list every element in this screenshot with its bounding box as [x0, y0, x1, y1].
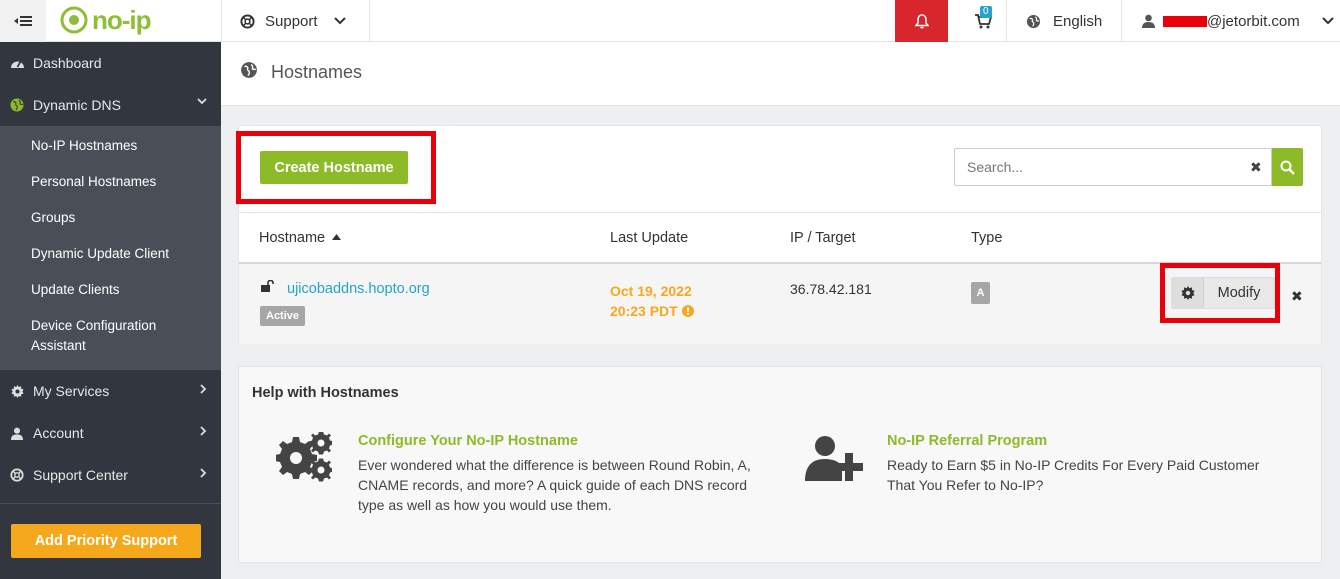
- user-menu[interactable]: @jetorbit.com: [1142, 0, 1334, 42]
- help-card-configure: Configure Your No-IP Hostname Ever wonde…: [358, 433, 768, 515]
- menu-toggle-button[interactable]: [0, 0, 46, 42]
- delete-hostname-icon[interactable]: ✖: [1291, 288, 1303, 305]
- search-button[interactable]: [1272, 148, 1303, 186]
- sidebar-item-support-center[interactable]: Support Center: [0, 454, 221, 496]
- sort-ascending-icon: [332, 234, 342, 240]
- sidebar-item-label: Dynamic DNS: [33, 97, 121, 113]
- search-icon: [1280, 160, 1295, 175]
- search-input[interactable]: [954, 148, 1272, 186]
- notifications-button[interactable]: [895, 0, 948, 42]
- sidebar-subitem-noip-hostnames[interactable]: No-IP Hostnames: [0, 136, 221, 156]
- help-card-heading[interactable]: No-IP Referral Program: [887, 433, 1287, 449]
- add-priority-support-button[interactable]: Add Priority Support: [11, 524, 201, 558]
- logo-text: no-ip: [92, 4, 152, 35]
- language-label: English: [1053, 12, 1103, 30]
- column-header-label: Hostname: [259, 230, 326, 246]
- user-email: @jetorbit.com: [1207, 12, 1300, 30]
- noip-logo[interactable]: no-ip: [60, 4, 152, 35]
- support-dropdown[interactable]: Support: [240, 0, 346, 42]
- warning-info-icon[interactable]: [681, 305, 694, 317]
- table-header: Hostname Last Update IP / Target Type: [239, 212, 1321, 264]
- help-panel: Help with Hostnames Configure Your No-IP…: [238, 366, 1322, 563]
- support-label: Support: [265, 12, 318, 30]
- column-header-last-update[interactable]: Last Update: [610, 230, 688, 246]
- clear-search-icon[interactable]: ✖: [1250, 159, 1262, 176]
- highlight-box: [236, 131, 436, 204]
- sidebar-item-label: My Services: [33, 383, 110, 399]
- last-update-time: 20:23 PDT: [610, 303, 678, 319]
- unlocked-padlock-icon: [261, 280, 274, 292]
- lifebuoy-icon: [240, 13, 255, 29]
- help-card-body: Ever wondered what the difference is bet…: [358, 457, 751, 513]
- gears-icon: [276, 432, 332, 482]
- sidebar: Dashboard Dynamic DNS No-IP Hostnames Pe…: [0, 42, 221, 579]
- sidebar-item-account[interactable]: Account: [0, 412, 221, 454]
- noip-logo-icon: [60, 6, 88, 34]
- green-globe-icon: [10, 98, 24, 112]
- help-card-body: Ready to Earn $5 in No-IP Credits For Ev…: [887, 457, 1260, 493]
- top-bar: no-ip Support 0 English @jetorbit.com: [0, 0, 1340, 42]
- search-box: ✖: [954, 148, 1303, 186]
- page-title: Hostnames: [271, 62, 363, 82]
- cart-count-badge: 0: [980, 6, 992, 18]
- column-header-hostname[interactable]: Hostname: [259, 230, 342, 246]
- sidebar-subitem-dynamic-update-client[interactable]: Dynamic Update Client: [0, 244, 221, 264]
- sidebar-divider: [0, 503, 221, 504]
- sidebar-subitem-device-configuration-assistant[interactable]: Device Configuration Assistant: [0, 316, 221, 356]
- add-user-icon: [805, 436, 863, 481]
- divider: [369, 0, 370, 42]
- sidebar-subitem-groups[interactable]: Groups: [0, 208, 221, 228]
- divider: [1121, 0, 1122, 42]
- chevron-down-icon: [197, 98, 207, 105]
- page-header: Hostnames: [221, 42, 1340, 106]
- sidebar-item-dashboard[interactable]: Dashboard: [0, 42, 221, 84]
- column-header-type[interactable]: Type: [971, 230, 1002, 246]
- user-icon: [1142, 14, 1155, 28]
- lifebuoy-icon: [10, 468, 24, 482]
- globe-icon: [241, 62, 257, 78]
- divider: [221, 0, 222, 42]
- status-badge: Active: [260, 306, 306, 326]
- sidebar-subitem-personal-hostnames[interactable]: Personal Hostnames: [0, 172, 221, 192]
- hostname-link[interactable]: ujicobaddns.hopto.org: [287, 281, 430, 297]
- chevron-right-icon: [200, 426, 207, 436]
- help-title: Help with Hostnames: [252, 385, 399, 401]
- chevron-down-icon: [1322, 17, 1334, 25]
- sidebar-subitem-update-clients[interactable]: Update Clients: [0, 280, 221, 300]
- dynamic-dns-submenu: No-IP Hostnames Personal Hostnames Group…: [0, 126, 221, 370]
- table-row: ujicobaddns.hopto.org Active Oct 19, 202…: [239, 264, 1321, 344]
- sidebar-item-my-services[interactable]: My Services: [0, 370, 221, 412]
- menu-collapse-icon: [14, 16, 32, 26]
- sidebar-item-label: Dashboard: [33, 55, 102, 71]
- language-selector[interactable]: English: [1026, 0, 1102, 42]
- dashboard-gauge-icon: [10, 61, 24, 68]
- chevron-right-icon: [200, 384, 207, 394]
- bell-icon: [914, 13, 929, 28]
- last-update-date: Oct 19, 2022: [610, 283, 692, 299]
- redacted-username: [1163, 15, 1207, 27]
- highlight-box: [1160, 263, 1280, 323]
- globe-icon: [1026, 14, 1041, 28]
- sidebar-item-label: Support Center: [33, 467, 128, 483]
- sidebar-item-dynamic-dns[interactable]: Dynamic DNS: [0, 84, 221, 126]
- user-icon: [11, 427, 23, 440]
- gear-icon: [10, 384, 24, 398]
- record-type-badge: A: [971, 282, 990, 304]
- chevron-right-icon: [200, 468, 207, 478]
- chevron-down-icon: [333, 17, 346, 25]
- help-card-referral: No-IP Referral Program Ready to Earn $5 …: [887, 433, 1287, 495]
- column-header-ip-target[interactable]: IP / Target: [790, 230, 856, 246]
- last-update-cell: Oct 19, 2022 20:23 PDT: [610, 281, 694, 321]
- help-card-heading[interactable]: Configure Your No-IP Hostname: [358, 433, 768, 449]
- divider: [1006, 0, 1007, 42]
- sidebar-item-label: Account: [33, 425, 84, 441]
- ip-target-cell: 36.78.42.181: [790, 281, 872, 297]
